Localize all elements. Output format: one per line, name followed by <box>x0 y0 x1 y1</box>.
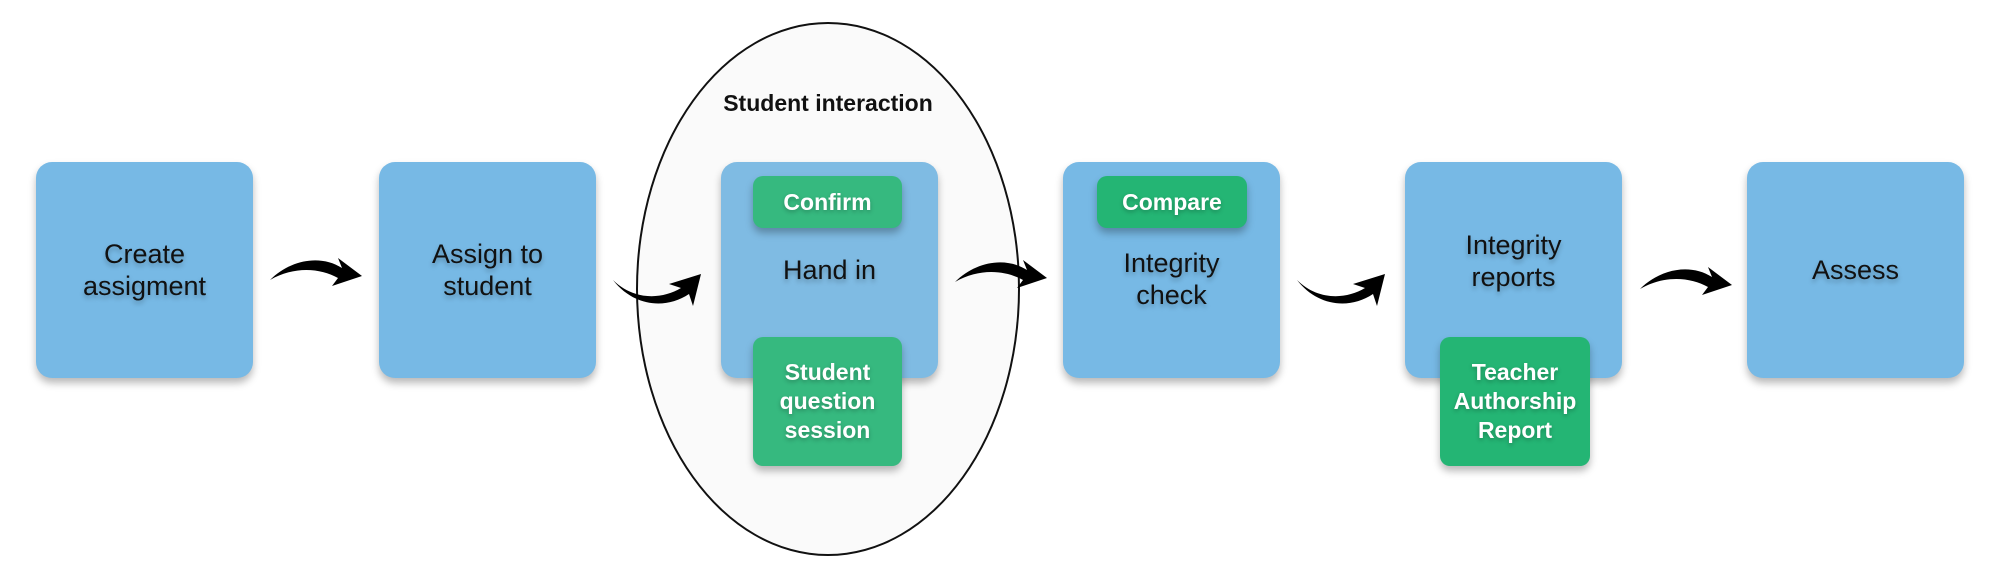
step-label: Hand in <box>782 255 877 285</box>
sub-step-label: Student question session <box>779 359 876 443</box>
curved-arrow-icon <box>1297 274 1385 306</box>
sub-step-compare[interactable]: Compare <box>1097 176 1247 228</box>
sub-step-label: Teacher Authorship Report <box>1453 359 1577 443</box>
step-label: Integrity reports <box>1465 230 1562 292</box>
step-label: Assess <box>1811 255 1900 285</box>
sub-step-student-question-session[interactable]: Student question session <box>753 337 902 466</box>
sub-step-confirm[interactable]: Confirm <box>753 176 902 228</box>
sub-step-label: Confirm <box>783 188 872 215</box>
sub-step-label: Compare <box>1122 188 1222 215</box>
step-assign-to-student[interactable]: Assign to student <box>379 162 596 378</box>
step-label: Assign to student <box>431 239 544 301</box>
step-label: Create assigment <box>82 239 207 301</box>
step-create-assignment[interactable]: Create assigment <box>36 162 253 378</box>
curved-arrow-icon <box>1640 267 1732 295</box>
curved-arrow-icon <box>270 258 362 286</box>
curved-arrow-icon <box>613 274 701 306</box>
group-title: Student interaction <box>723 90 933 116</box>
sub-step-teacher-authorship-report[interactable]: Teacher Authorship Report <box>1440 337 1590 466</box>
curved-arrow-icon <box>955 260 1047 288</box>
step-label: Integrity check <box>1123 248 1220 310</box>
step-assess[interactable]: Assess <box>1747 162 1964 378</box>
